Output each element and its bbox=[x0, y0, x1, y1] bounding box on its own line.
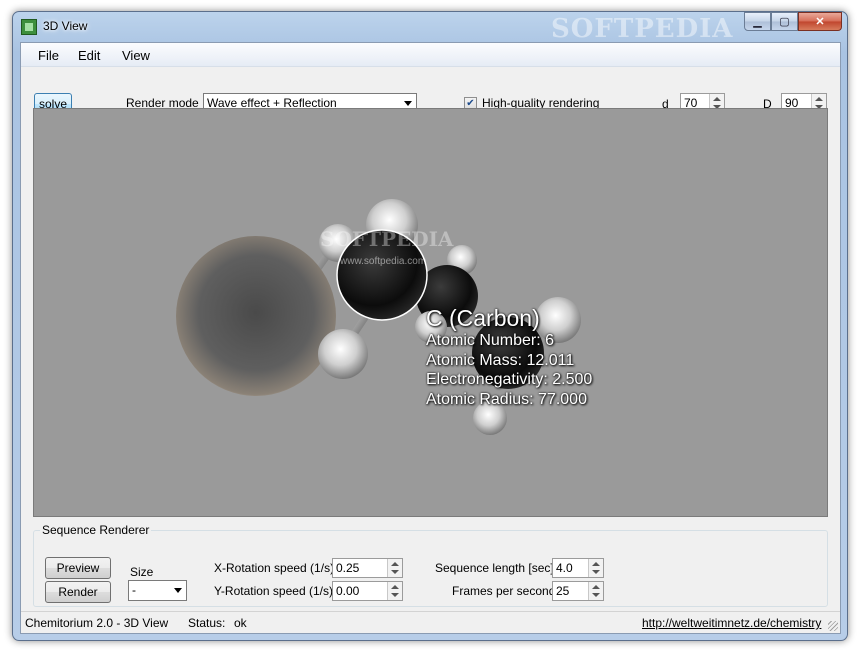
status-label: Status: bbox=[188, 616, 226, 630]
size-label: Size bbox=[130, 565, 154, 579]
chevron-down-icon bbox=[174, 588, 182, 593]
spinner-arrows-icon[interactable] bbox=[387, 559, 402, 577]
render-button[interactable]: Render bbox=[45, 581, 111, 603]
y-rotation-label: Y-Rotation speed (1/s) bbox=[214, 584, 333, 598]
spinner-arrows-icon[interactable] bbox=[588, 582, 603, 600]
3d-viewport[interactable]: SOFTPEDIA www.softpedia.com C (Carbon) A… bbox=[33, 108, 828, 517]
app-window: 3D View SOFTPEDIA ▁ ▢ ✕ File Edit View s… bbox=[12, 11, 848, 641]
status-app-name: Chemitorium 2.0 - 3D View bbox=[25, 616, 169, 630]
atomic-number: Atomic Number: 6 bbox=[426, 332, 555, 349]
atomic-radius: Atomic Radius: 77.000 bbox=[426, 390, 587, 408]
website-link[interactable]: http://weltweitimnetz.de/chemistry bbox=[642, 616, 821, 630]
close-button[interactable]: ✕ bbox=[798, 12, 842, 31]
group-title: Sequence Renderer bbox=[40, 523, 152, 537]
x-rotation-value: 0.25 bbox=[336, 561, 360, 575]
y-rotation-spinner[interactable]: 0.00 bbox=[332, 581, 403, 601]
client-area: File Edit View solve Render mode Wave ef… bbox=[20, 42, 841, 634]
menu-bar: File Edit View bbox=[21, 43, 840, 67]
menu-edit[interactable]: Edit bbox=[78, 48, 100, 63]
spinner-arrows-icon[interactable] bbox=[588, 559, 603, 577]
oxygen-atom bbox=[176, 236, 336, 396]
atom-info: C (Carbon) Atomic Number: 6 Atomic Mass:… bbox=[426, 305, 592, 409]
title-bar[interactable]: 3D View SOFTPEDIA ▁ ▢ ✕ bbox=[13, 12, 847, 44]
spinner-arrows-icon[interactable] bbox=[387, 582, 402, 600]
sequence-length-value: 4.0 bbox=[556, 561, 573, 575]
size-value: - bbox=[132, 583, 136, 597]
chevron-down-icon bbox=[404, 101, 412, 106]
status-value: ok bbox=[234, 616, 247, 630]
fps-value: 25 bbox=[556, 584, 570, 598]
menu-file[interactable]: File bbox=[38, 48, 59, 63]
sequence-length-spinner[interactable]: 4.0 bbox=[552, 558, 604, 578]
electronegativity: Electronegativity: 2.500 bbox=[426, 371, 593, 388]
softpedia-url-watermark: www.softpedia.com bbox=[340, 256, 427, 267]
resize-grip-icon[interactable] bbox=[828, 621, 838, 631]
fps-label: Frames per second bbox=[452, 584, 556, 598]
atomic-mass: Atomic Mass: 12.011 bbox=[426, 351, 575, 369]
atom-title: C (Carbon) bbox=[426, 305, 540, 331]
menu-view[interactable]: View bbox=[122, 48, 150, 63]
x-rotation-spinner[interactable]: 0.25 bbox=[332, 558, 403, 578]
preview-button[interactable]: Preview bbox=[45, 557, 111, 579]
app-icon bbox=[21, 19, 37, 35]
minimize-button[interactable]: ▁ bbox=[744, 12, 771, 31]
hydrogen-atom bbox=[318, 329, 368, 379]
maximize-button[interactable]: ▢ bbox=[771, 12, 798, 31]
size-select[interactable]: - bbox=[128, 580, 187, 601]
x-rotation-label: X-Rotation speed (1/s) bbox=[214, 561, 335, 575]
status-bar: Chemitorium 2.0 - 3D View Status: ok htt… bbox=[21, 611, 840, 633]
sequence-length-label: Sequence length [sec] bbox=[435, 561, 554, 575]
y-rotation-value: 0.00 bbox=[336, 584, 360, 598]
fps-spinner[interactable]: 25 bbox=[552, 581, 604, 601]
window-title: 3D View bbox=[43, 19, 88, 33]
softpedia-watermark: SOFTPEDIA bbox=[551, 14, 734, 44]
softpedia-watermark: SOFTPEDIA bbox=[320, 227, 454, 251]
